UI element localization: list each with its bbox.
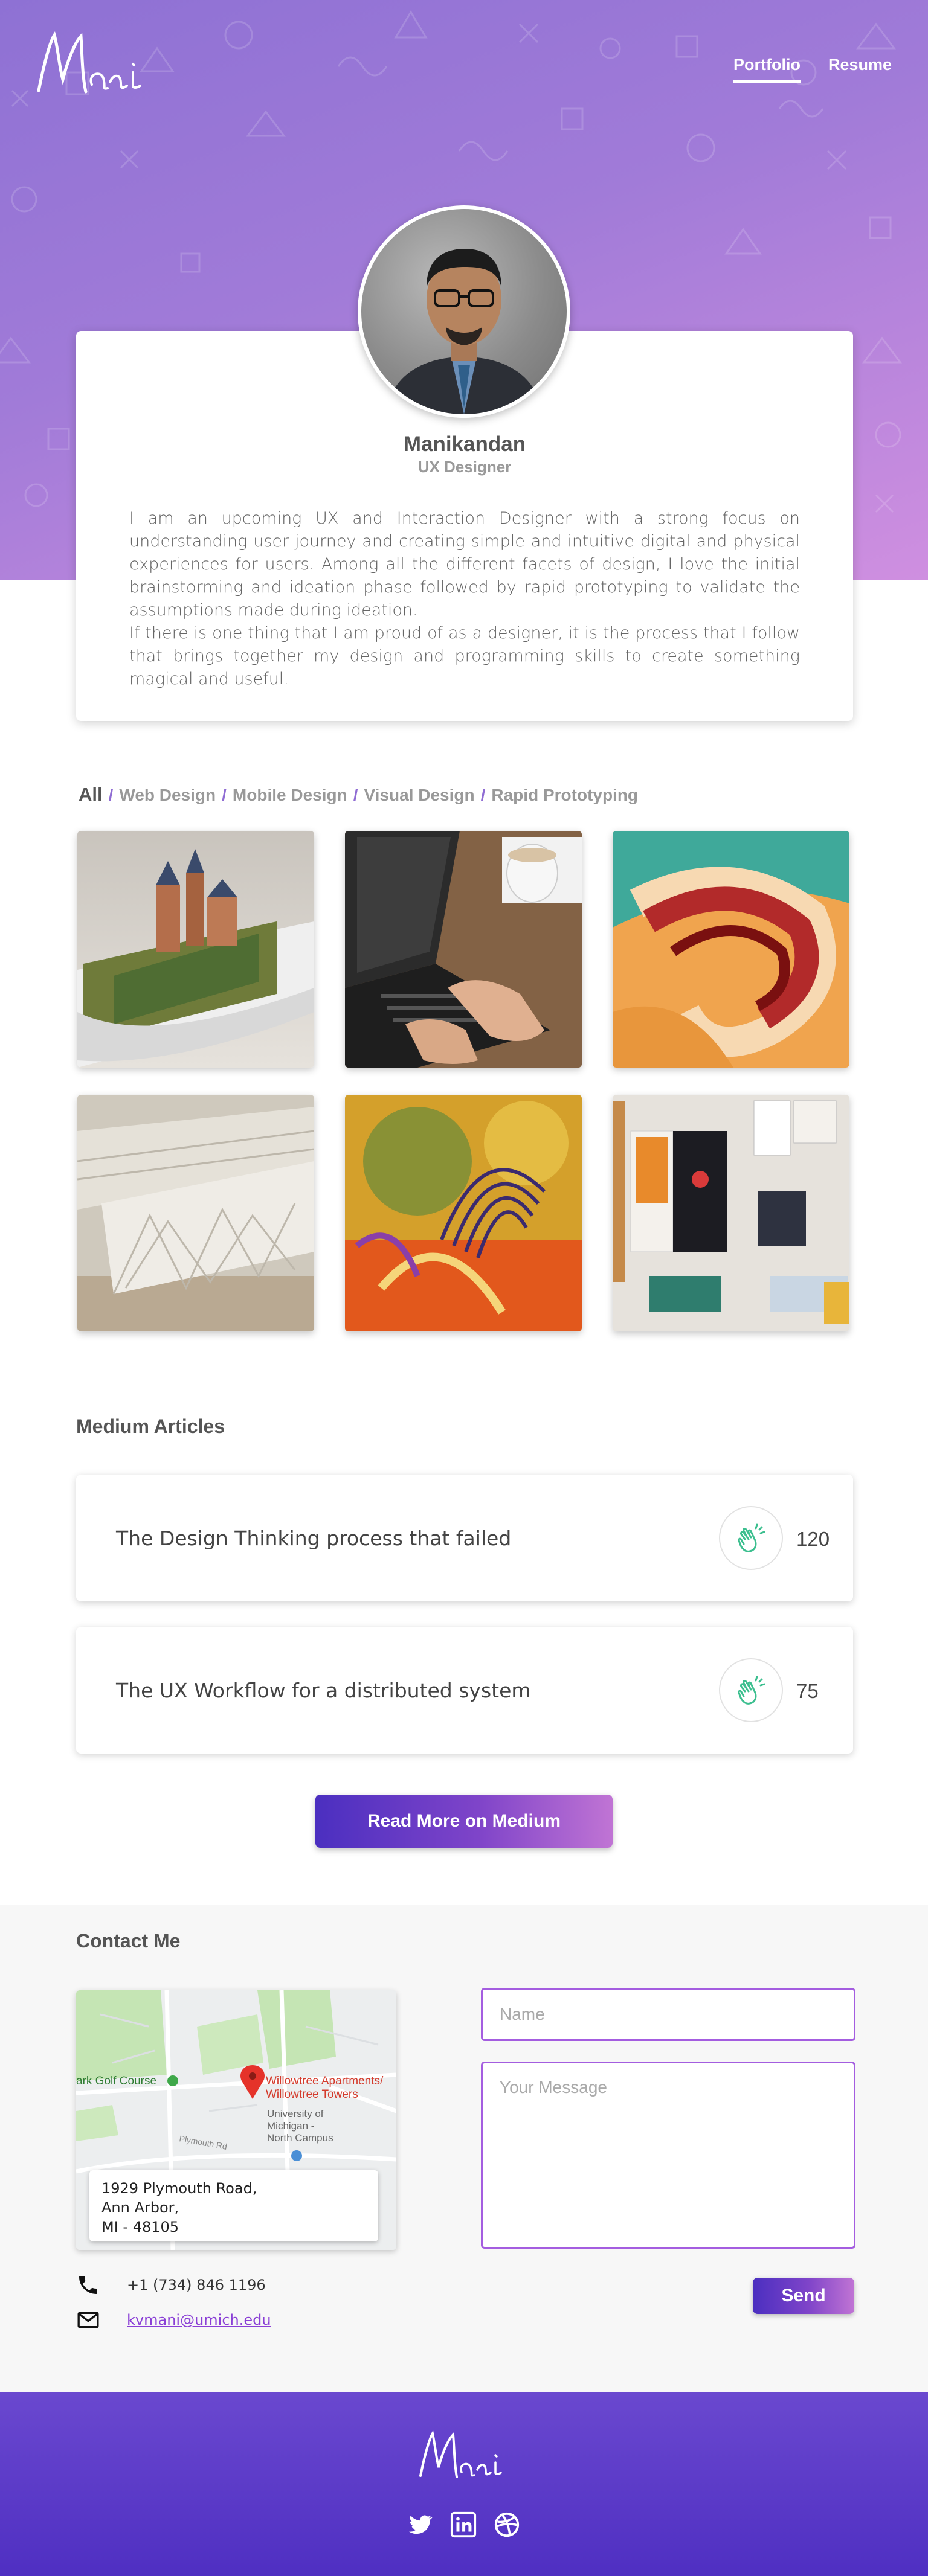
linkedin-icon[interactable] [450,2511,477,2539]
portfolio-tile[interactable] [77,1095,314,1331]
medium-section-title: Medium Articles [76,1415,225,1437]
article-title[interactable]: The UX Workflow for a distributed system [116,1679,531,1702]
message-field[interactable] [481,2062,856,2249]
castle-on-phone-image [77,831,314,1068]
portfolio-tile[interactable] [77,831,314,1068]
footer-logo[interactable] [416,2424,512,2490]
footer [0,2392,928,2576]
filter-separator: / [108,786,114,804]
map-label: Willowtree Towers [266,2088,358,2101]
map-label: North Campus [267,2132,334,2144]
address-line: Ann Arbor, [102,2199,179,2216]
abstract-swirl-image [613,831,849,1068]
contact-section: Contact Me ark Golf Course Willowtree Ap… [0,1905,928,2392]
filter-separator: / [353,786,358,804]
ui-wireframes-wall-image [613,1095,849,1331]
mail-icon [77,2312,99,2328]
portfolio-tile[interactable] [613,831,849,1068]
map-label: Michigan - [267,2120,314,2132]
twitter-icon[interactable] [406,2511,434,2539]
laptop-typing-image [345,831,582,1068]
name-field[interactable] [481,1988,856,2041]
article-card[interactable]: The UX Workflow for a distributed system… [76,1627,853,1754]
clap-button[interactable] [719,1658,783,1722]
email-row: kvmani@umich.edu [76,2308,271,2332]
avatar [358,205,570,418]
clap-icon [738,1676,765,1705]
map-label: Willowtree Apartments/ [266,2075,384,2087]
portfolio-filters: All / Web Design / Mobile Design / Visua… [79,784,638,806]
filter-web-design[interactable]: Web Design [119,786,216,805]
top-nav: Portfolio Resume [733,56,892,83]
contact-section-title: Contact Me [76,1930,181,1952]
fractal-art-image [345,1095,582,1331]
dribbble-icon[interactable] [493,2511,521,2539]
article-card[interactable]: The Design Thinking process that failed … [76,1475,853,1601]
portfolio-tile[interactable] [345,831,582,1068]
map-label: University of [267,2108,324,2119]
location-map[interactable]: ark Golf Course Willowtree Apartments/ W… [76,1990,396,2250]
filter-all[interactable]: All [79,784,103,806]
architecture-model-image [77,1095,314,1331]
profile-name: Manikandan [403,432,526,456]
clap-button[interactable] [719,1506,783,1570]
map-label: ark Golf Course [76,2075,156,2087]
clap-count: 120 [796,1528,830,1550]
address-line: MI - 48105 [102,2219,179,2235]
phone-icon [79,2276,97,2294]
phone-row: +1 (734) 846 1196 [76,2273,266,2297]
bio-paragraph: If there is one thing that I am proud of… [129,624,800,688]
bio-paragraph: I am an upcoming UX and Interaction Desi… [129,509,800,620]
address-card: 1929 Plymouth Road, Ann Arbor, MI - 4810… [89,2170,378,2241]
read-more-medium-button[interactable]: Read More on Medium [315,1795,613,1848]
send-button[interactable]: Send [753,2278,854,2314]
phone-number: +1 (734) 846 1196 [127,2276,266,2293]
article-title[interactable]: The Design Thinking process that failed [116,1527,511,1550]
portfolio-tile[interactable] [345,1095,582,1331]
nav-resume[interactable]: Resume [828,56,892,83]
profile-photo [385,249,543,414]
filter-separator: / [480,786,486,804]
clap-count: 75 [796,1680,819,1702]
address-line: 1929 Plymouth Road, [102,2180,257,2197]
email-link[interactable]: kvmani@umich.edu [127,2312,271,2328]
filter-rapid-prototyping[interactable]: Rapid Prototyping [491,786,638,805]
filter-visual-design[interactable]: Visual Design [364,786,475,805]
filter-separator: / [222,786,227,804]
filter-mobile-design[interactable]: Mobile Design [233,786,347,805]
clap-icon [738,1523,765,1552]
profile-role: UX Designer [417,458,512,476]
nav-portfolio[interactable]: Portfolio [733,56,801,83]
logo[interactable] [31,24,158,109]
portfolio-tile[interactable] [613,1095,849,1331]
